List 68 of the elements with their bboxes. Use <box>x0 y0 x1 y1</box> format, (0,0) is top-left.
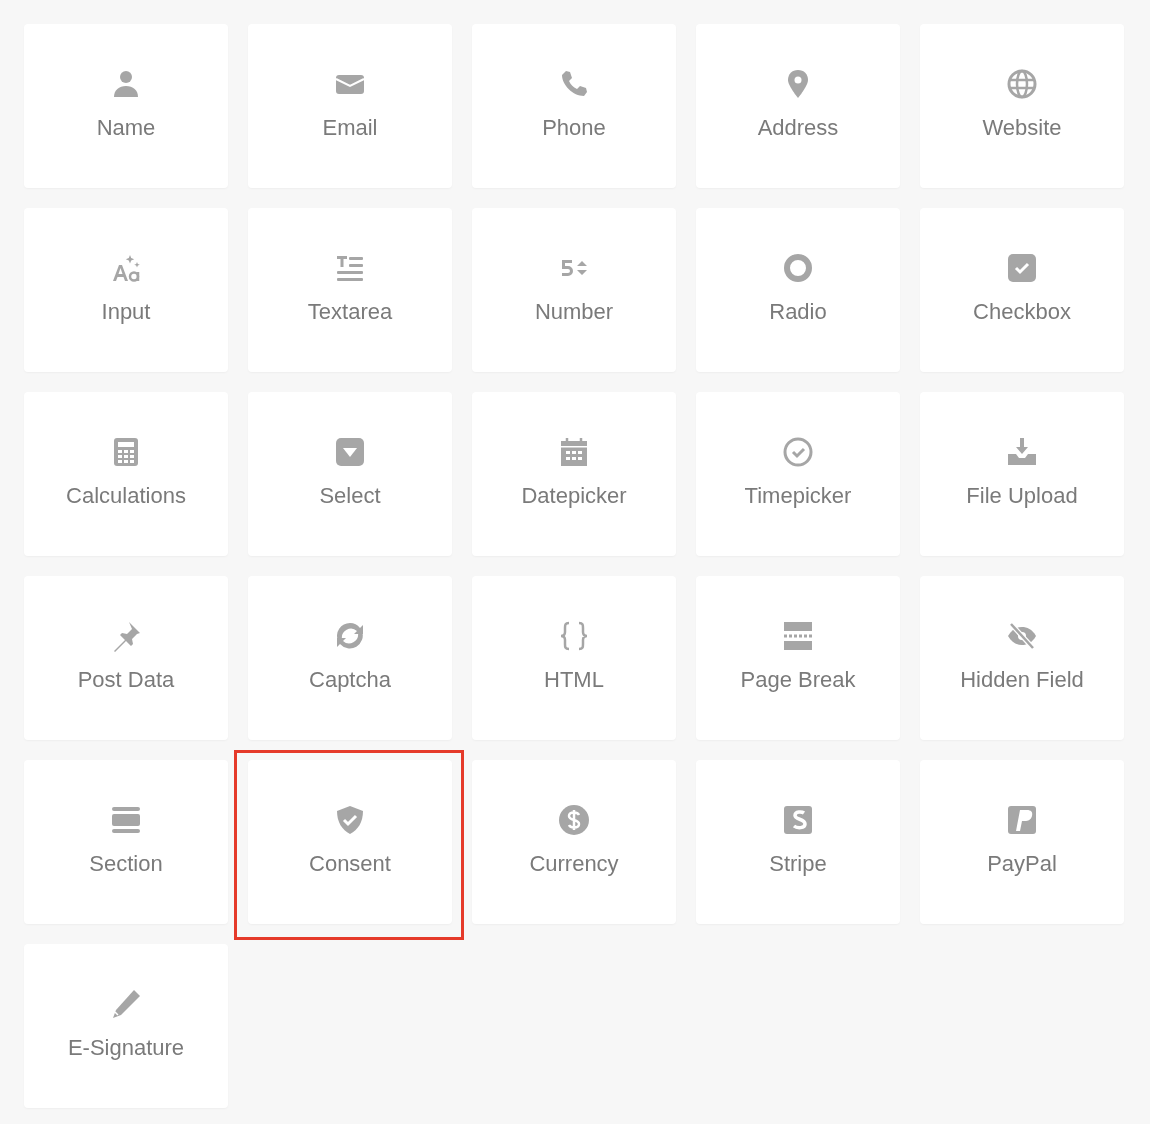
payment-card-s-icon <box>782 804 814 836</box>
field-type-tile[interactable]: Radio <box>696 208 900 372</box>
tile-label: Select <box>319 482 381 510</box>
field-type-tile[interactable]: Timepicker <box>696 392 900 556</box>
tile-label: PayPal <box>987 850 1057 878</box>
field-type-tile[interactable]: Consent <box>248 760 452 924</box>
tile-label: Section <box>89 850 163 878</box>
checkbox-icon <box>1006 252 1038 284</box>
tile-label: File Upload <box>966 482 1078 510</box>
tile-label: Email <box>322 114 378 142</box>
field-type-tile[interactable]: HTML <box>472 576 676 740</box>
radio-icon <box>782 252 814 284</box>
tile-label: Post Data <box>77 666 175 694</box>
tile-label: Hidden Field <box>960 666 1084 694</box>
tile-label: Address <box>757 114 839 142</box>
tile-label: Stripe <box>769 850 827 878</box>
field-type-tile[interactable]: Input <box>24 208 228 372</box>
tile-label: Phone <box>542 114 606 142</box>
field-type-tile[interactable]: File Upload <box>920 392 1124 556</box>
tile-label: Timepicker <box>744 482 852 510</box>
field-type-tile[interactable]: Captcha <box>248 576 452 740</box>
dropdown-icon <box>334 436 366 468</box>
curly-braces-icon <box>558 620 590 652</box>
shield-check-icon <box>334 804 366 836</box>
field-type-tile[interactable]: Datepicker <box>472 392 676 556</box>
tile-label: Input <box>101 298 151 326</box>
calendar-icon <box>558 436 590 468</box>
field-type-tile[interactable]: Email <box>248 24 452 188</box>
tile-label: Radio <box>769 298 827 326</box>
globe-icon <box>1006 68 1038 100</box>
field-type-tile[interactable]: Checkbox <box>920 208 1124 372</box>
tile-label: Website <box>982 114 1062 142</box>
coin-icon <box>558 804 590 836</box>
field-type-tile[interactable]: Post Data <box>24 576 228 740</box>
field-type-tile[interactable]: Hidden Field <box>920 576 1124 740</box>
tile-label: Number <box>534 298 614 326</box>
tile-label: HTML <box>544 666 604 694</box>
tile-label: Calculations <box>66 482 186 510</box>
download-tray-icon <box>1006 436 1038 468</box>
tile-label: Name <box>96 114 156 142</box>
section-bars-icon <box>110 804 142 836</box>
field-type-tile[interactable]: Name <box>24 24 228 188</box>
payment-card-p-icon <box>1006 804 1038 836</box>
pencil-icon <box>110 988 142 1020</box>
tile-label: Currency <box>529 850 619 878</box>
page-break-icon <box>782 620 814 652</box>
field-type-tile[interactable]: Phone <box>472 24 676 188</box>
field-type-tile[interactable]: Stripe <box>696 760 900 924</box>
tile-label: Consent <box>309 850 391 878</box>
tile-label: E-Signature <box>67 1034 185 1062</box>
tile-label: Datepicker <box>521 482 627 510</box>
tile-label: Page Break <box>740 666 856 694</box>
field-type-tile[interactable]: PayPal <box>920 760 1124 924</box>
clock-icon <box>782 436 814 468</box>
field-type-tile[interactable]: Section <box>24 760 228 924</box>
field-type-tile[interactable]: Textarea <box>248 208 452 372</box>
tile-label: Textarea <box>307 298 393 326</box>
field-type-tile[interactable]: Number <box>472 208 676 372</box>
eye-slash-icon <box>1006 620 1038 652</box>
field-type-tile[interactable]: Currency <box>472 760 676 924</box>
tile-label: Checkbox <box>973 298 1071 326</box>
tile-label: Captcha <box>309 666 391 694</box>
field-type-tile[interactable]: E-Signature <box>24 944 228 1108</box>
field-type-tile[interactable]: Calculations <box>24 392 228 556</box>
field-type-tile[interactable]: Select <box>248 392 452 556</box>
field-type-tile[interactable]: Website <box>920 24 1124 188</box>
field-type-tile[interactable]: Address <box>696 24 900 188</box>
field-type-tile[interactable]: Page Break <box>696 576 900 740</box>
